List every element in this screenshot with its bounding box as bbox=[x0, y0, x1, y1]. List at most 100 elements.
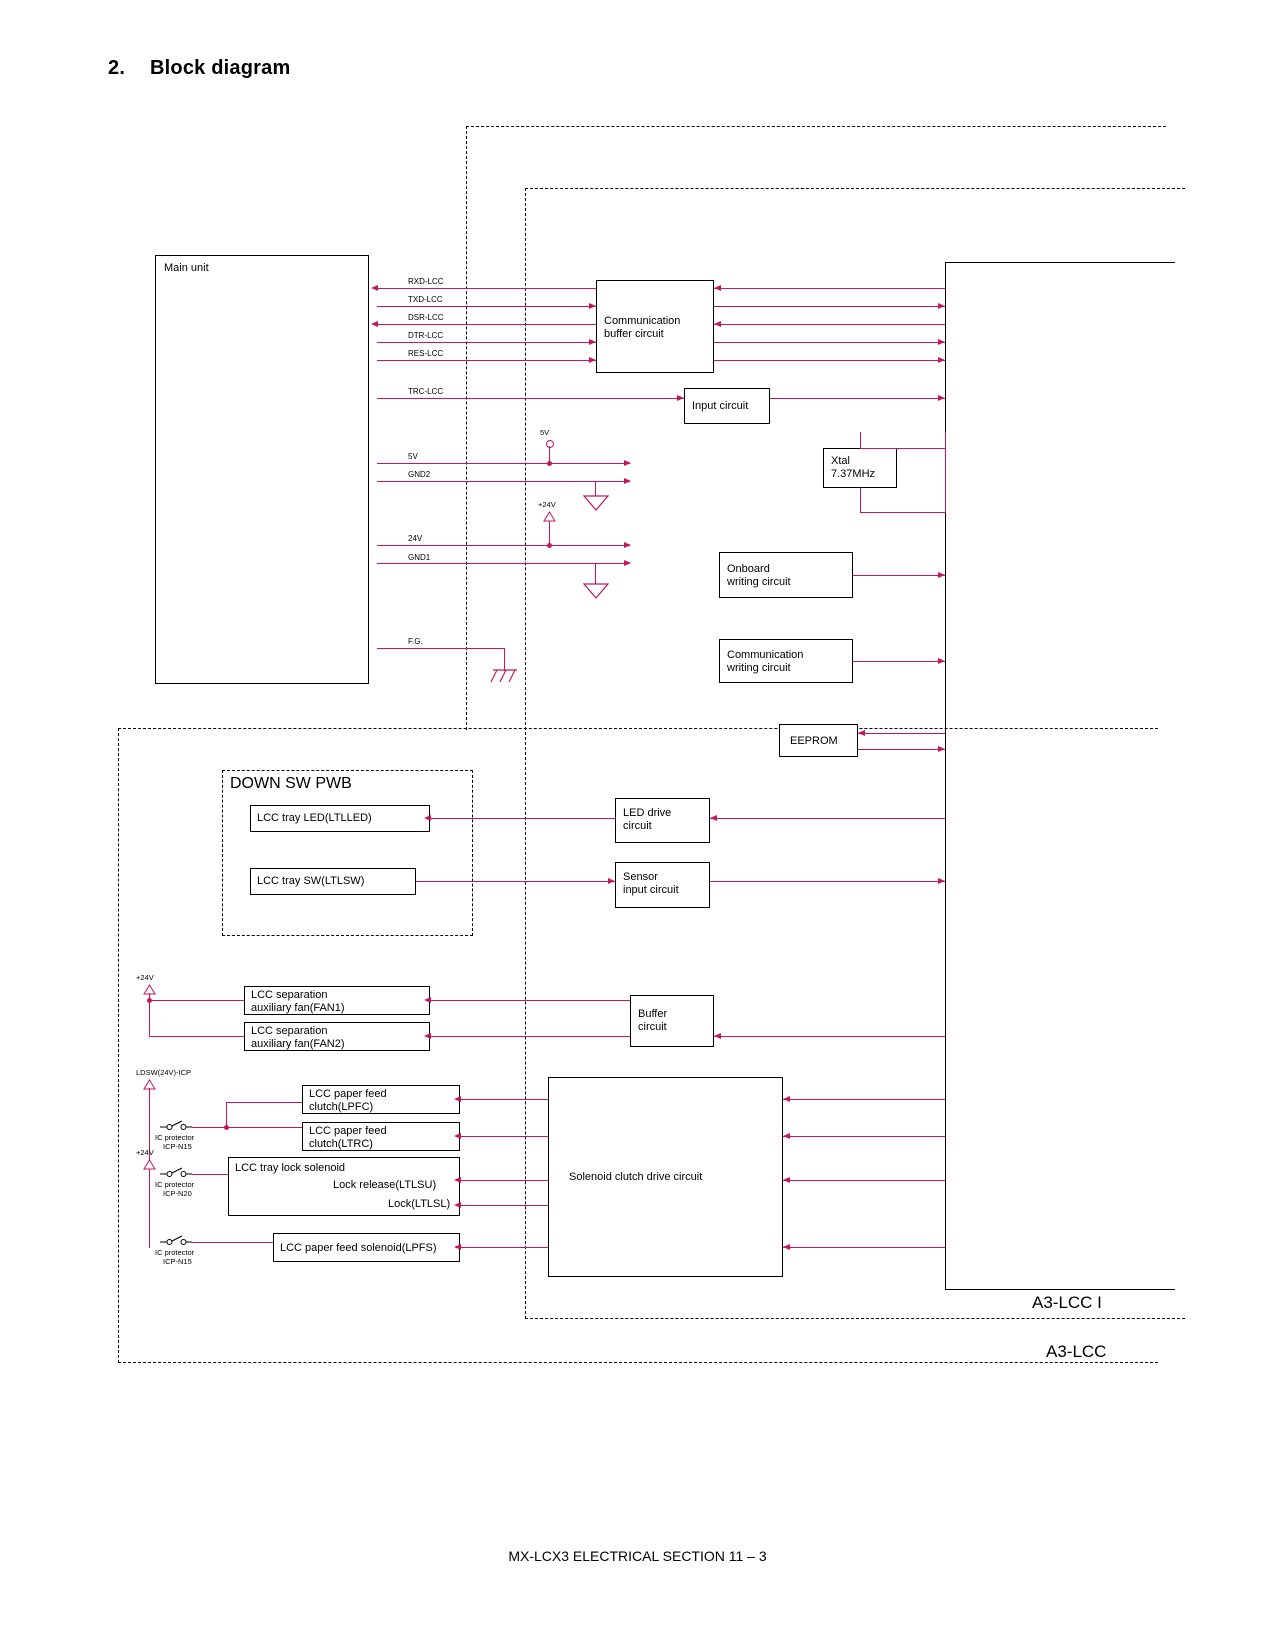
arrow-onboard-writing-right bbox=[938, 571, 945, 578]
region-down-sw-pwb-label: DOWN SW PWB bbox=[230, 775, 352, 792]
block-solenoid-clutch-drive-circuit: Solenoid clutch drive circuit bbox=[548, 1077, 783, 1277]
ic-protector-2-label: IC protector bbox=[155, 1180, 195, 1189]
ic-protector-1-label: IC protector bbox=[155, 1133, 195, 1142]
ic-protector-3-label: IC protector bbox=[155, 1248, 195, 1257]
ground-symbol-gnd2 bbox=[583, 495, 609, 511]
junction-fan1 bbox=[147, 998, 152, 1003]
block-onboard-writing-circuit: Onboard writing circuit bbox=[719, 552, 853, 598]
wire-res bbox=[377, 360, 596, 361]
block-led-drive-circuit-label: LED drive circuit bbox=[623, 807, 672, 832]
wire-led-drive-to-tray-led bbox=[430, 818, 615, 819]
block-input-circuit-label: Input circuit bbox=[692, 400, 749, 412]
wire-gnd2 bbox=[377, 481, 630, 482]
region-label-a3-lcc-pwb: A3-LCC I bbox=[1032, 1293, 1102, 1312]
arrow-5v-right bbox=[624, 459, 631, 466]
wire-xtal-bottom bbox=[860, 512, 946, 513]
block-xtal: Xtal 7.37MHz bbox=[823, 448, 897, 488]
block-tray-lock-solenoid-label: LCC tray lock solenoid bbox=[235, 1162, 346, 1174]
wire-24v bbox=[377, 545, 630, 546]
wire-gnd1-down bbox=[595, 563, 596, 585]
block-lock-release-label: Lock release(LTLSU) bbox=[333, 1179, 437, 1191]
wire-drive-pwb-3 bbox=[783, 1180, 945, 1181]
arrow-eeprom-out-right bbox=[938, 745, 945, 752]
ic-protector-1-icon bbox=[160, 1120, 192, 1130]
arrow-sensor-input-right bbox=[608, 877, 615, 884]
arrow-txd-pwb-right bbox=[938, 302, 945, 309]
wire-eeprom-out bbox=[858, 749, 945, 750]
signal-label-rxd: RXD-LCC bbox=[408, 277, 444, 286]
arrow-communication-writing-right bbox=[938, 657, 945, 664]
wire-rxd-right bbox=[714, 288, 945, 289]
rail-24v-sol-label: +24V bbox=[136, 1148, 154, 1157]
wire-gnd1 bbox=[377, 563, 630, 564]
arrow-fan1-left bbox=[424, 996, 431, 1003]
block-buffer-circuit-label: Buffer circuit bbox=[638, 1008, 668, 1033]
wire-buffer-to-pwb bbox=[714, 1036, 945, 1037]
block-eeprom: EEPROM bbox=[779, 724, 858, 757]
wire-fg-down bbox=[504, 648, 505, 671]
block-tray-lock-solenoid: LCC tray lock solenoid Lock release(LTLS… bbox=[228, 1157, 460, 1216]
wire-txd bbox=[377, 306, 596, 307]
wire-icp2-out bbox=[192, 1174, 228, 1175]
wire-rxd bbox=[377, 288, 596, 289]
wire-ltrc-to-drive bbox=[460, 1136, 548, 1137]
block-communication-buffer-circuit: Communication buffer circuit bbox=[596, 280, 714, 373]
signal-label-gnd1: GND1 bbox=[408, 553, 431, 562]
wire-communication-writing bbox=[853, 661, 945, 662]
arrow-res-pwb-right bbox=[938, 356, 945, 363]
junction-icp1 bbox=[224, 1125, 229, 1130]
arrow-lock-left bbox=[454, 1201, 461, 1208]
block-solenoid-clutch-drive-circuit-label: Solenoid clutch drive circuit bbox=[569, 1171, 703, 1183]
rail-5v-terminal bbox=[546, 440, 554, 448]
block-xtal-label: Xtal 7.37MHz bbox=[831, 455, 876, 480]
block-lcc-tray-led: LCC tray LED(LTLLED) bbox=[250, 805, 430, 832]
wire-fan1-to-buffer bbox=[430, 1000, 630, 1001]
rail-24v-sol-triangle bbox=[143, 1159, 156, 1170]
block-feed-solenoid-label: LCC paper feed solenoid(LPFS) bbox=[280, 1242, 437, 1254]
arrow-sensor-pwb-right bbox=[938, 877, 945, 884]
wire-5v bbox=[377, 463, 630, 464]
page-title-text: Block diagram bbox=[150, 57, 291, 79]
wire-xtal-bottom-v bbox=[860, 488, 861, 513]
wire-drive-pwb-1 bbox=[783, 1099, 945, 1100]
wire-fg bbox=[377, 648, 505, 649]
wire-xtal-left-edge bbox=[945, 432, 946, 513]
arrow-rxd-buffer-left bbox=[714, 284, 721, 291]
ic-protector-2-value: ICP-N20 bbox=[163, 1189, 192, 1198]
wire-drive-pwb-2 bbox=[783, 1136, 945, 1137]
wire-ltrc-power bbox=[226, 1127, 302, 1128]
block-clutch-ltrc: LCC paper feed clutch(LTRC) bbox=[302, 1122, 460, 1151]
arrow-dtr-right bbox=[589, 338, 596, 345]
wire-icp3-out bbox=[192, 1242, 273, 1243]
arrow-dsr-left bbox=[371, 320, 378, 327]
junction-24v bbox=[547, 543, 552, 548]
block-sensor-input-circuit-label: Sensor input circuit bbox=[623, 871, 679, 896]
block-buffer-circuit: Buffer circuit bbox=[630, 995, 714, 1047]
signal-label-dsr: DSR-LCC bbox=[408, 313, 444, 322]
wire-onboard-writing bbox=[853, 575, 945, 576]
arrow-drive-pwb-4-left bbox=[783, 1243, 790, 1250]
region-label-a3-lcc: A3-LCC bbox=[1046, 1342, 1107, 1361]
wire-led-drive-from-pwb bbox=[710, 818, 945, 819]
wire-xtal-top bbox=[860, 448, 946, 449]
block-main-unit-label: Main unit bbox=[164, 262, 209, 274]
signal-label-dtr: DTR-LCC bbox=[408, 331, 444, 340]
arrow-dtr-pwb-right bbox=[938, 338, 945, 345]
rail-5v-label: 5V bbox=[540, 428, 550, 437]
wire-dsr bbox=[377, 324, 596, 325]
wire-xtal-top-v bbox=[860, 432, 861, 449]
signal-label-gnd2: GND2 bbox=[408, 470, 431, 479]
arrow-buffer-left bbox=[714, 1032, 721, 1039]
block-clutch-ltrc-label: LCC paper feed clutch(LTRC) bbox=[309, 1125, 387, 1150]
signal-label-5v: 5V bbox=[408, 452, 418, 461]
block-eeprom-label: EEPROM bbox=[790, 735, 838, 747]
arrow-lock-release-left bbox=[454, 1176, 461, 1183]
page-title: 2. Block diagram bbox=[108, 57, 290, 80]
pwb-left-edge bbox=[945, 262, 946, 1289]
page-footer: MX-LCX3 ELECTRICAL SECTION 11 – 3 bbox=[508, 1548, 767, 1564]
arrow-drive-pwb-1-left bbox=[783, 1095, 790, 1102]
ic-protector-3-value: ICP-N15 bbox=[163, 1257, 192, 1266]
wire-dtr-right bbox=[714, 342, 945, 343]
wire-fan2-to-buffer bbox=[430, 1036, 630, 1037]
pwb-top-edge bbox=[945, 262, 1175, 263]
